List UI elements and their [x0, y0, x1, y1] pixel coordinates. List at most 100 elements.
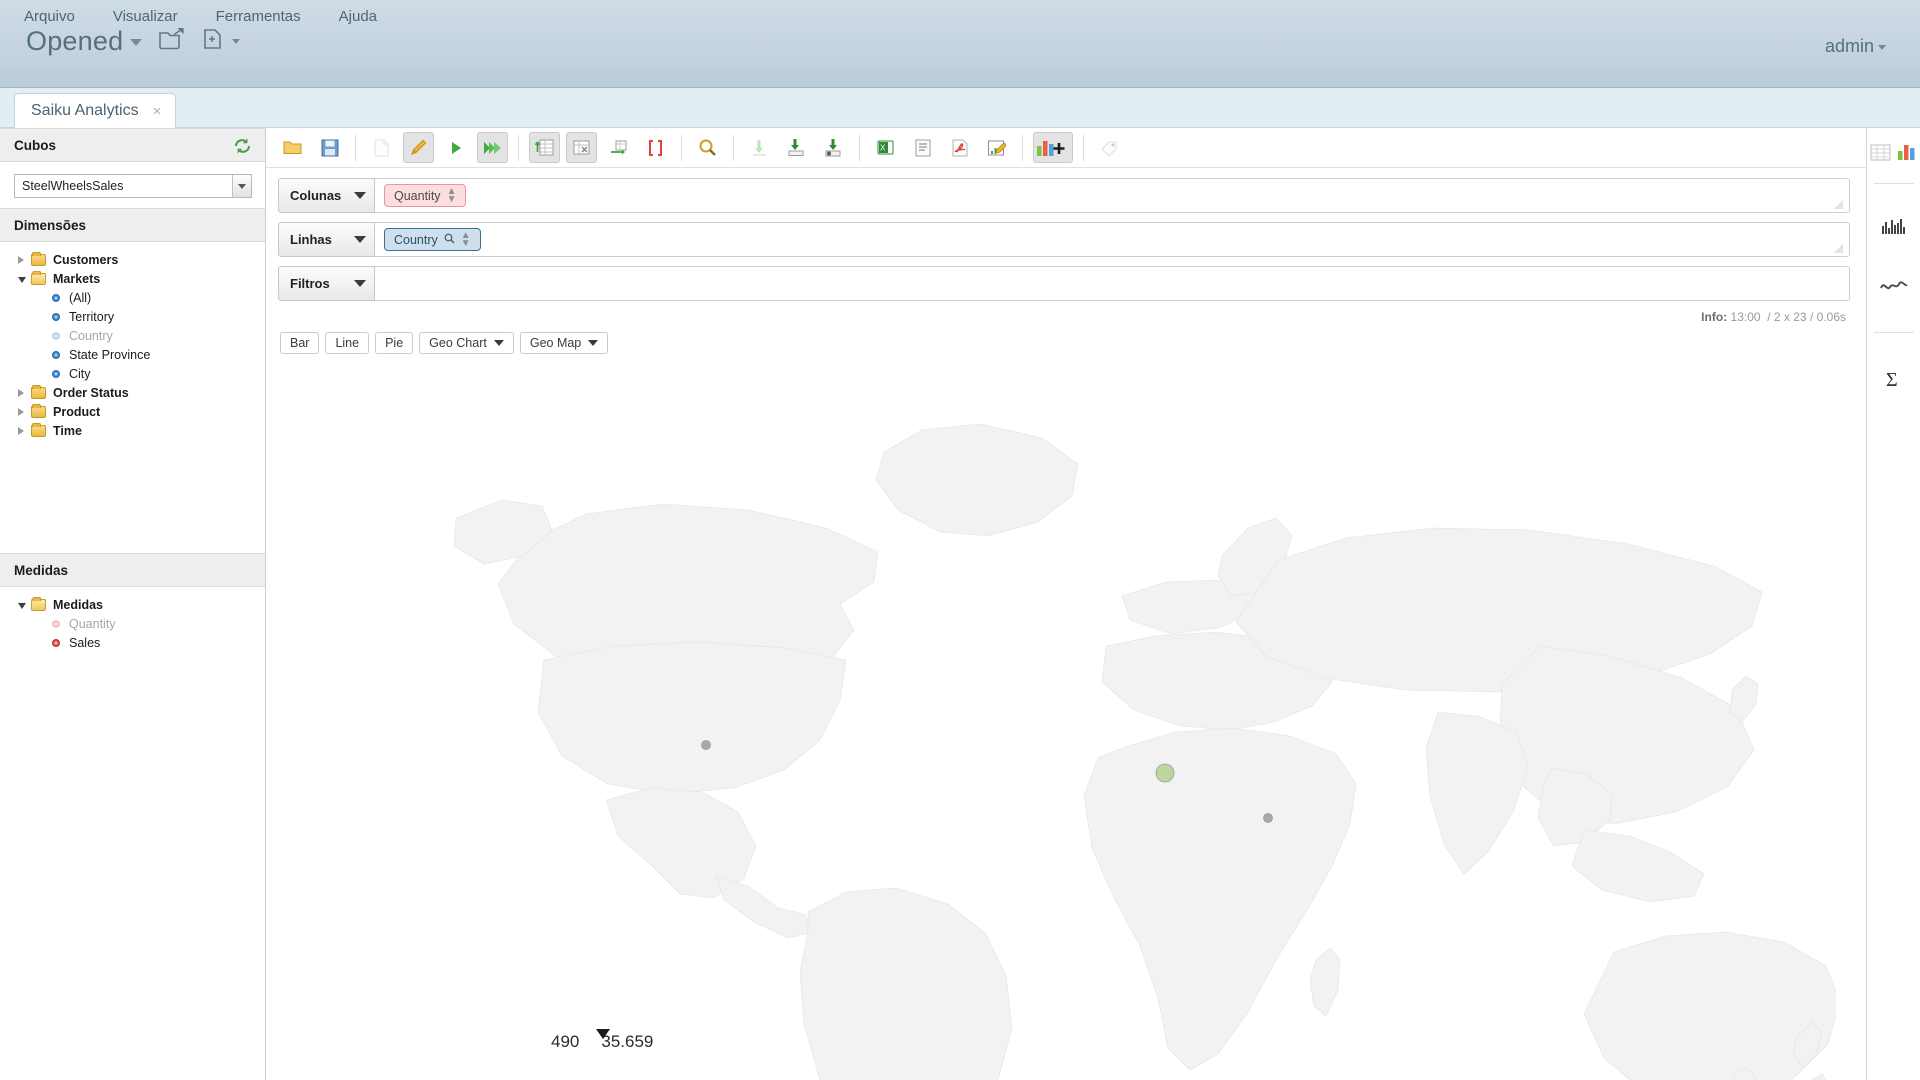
- rail-separator: [1873, 183, 1914, 184]
- expand-arrow-icon[interactable]: [18, 424, 31, 438]
- tag-icon[interactable]: [1094, 132, 1125, 163]
- tree-folder-label: Time: [53, 423, 82, 438]
- chart-type-pie[interactable]: Pie: [375, 332, 414, 354]
- tree-measure-sales[interactable]: Sales: [0, 633, 265, 652]
- tree-level-label: City: [69, 366, 91, 381]
- bar-chart-icon[interactable]: [1867, 206, 1920, 246]
- export-drillthrough-all-icon[interactable]: [818, 132, 849, 163]
- drillthrough-icon[interactable]: [744, 132, 775, 163]
- tree-level-all[interactable]: (All): [0, 288, 265, 307]
- cube-select[interactable]: SteelWheelsSales: [14, 174, 252, 198]
- axis-row-colunas: Colunas Quantity ▲ ▼: [278, 178, 1850, 213]
- axis-label-text: Filtros: [290, 276, 330, 291]
- chevron-down-icon: [588, 340, 599, 346]
- tree-measure-label: Quantity: [69, 616, 116, 631]
- user-menu[interactable]: admin: [1825, 36, 1886, 57]
- chart-view-icon[interactable]: [1894, 143, 1920, 161]
- run-query-icon[interactable]: [440, 132, 471, 163]
- sort-icon[interactable]: ▲ ▼: [447, 186, 457, 204]
- tree-folder-customers[interactable]: Customers: [0, 250, 265, 269]
- menu-item-ajuda[interactable]: Ajuda: [335, 6, 381, 27]
- cube-select-chevron-down-icon[interactable]: [232, 175, 251, 197]
- chart-type-buttons: Bar Line Pie Geo Chart Geo Map: [266, 324, 1866, 354]
- resize-handle[interactable]: [1834, 244, 1843, 253]
- tab-saiku-analytics[interactable]: Saiku Analytics ×: [14, 93, 177, 128]
- show-mdx-icon[interactable]: [640, 132, 671, 163]
- zoom-in-icon[interactable]: [692, 132, 723, 163]
- chip-quantity[interactable]: Quantity ▲ ▼: [384, 184, 467, 207]
- toolbar-separator: [518, 134, 519, 161]
- automatic-execution-icon[interactable]: [477, 132, 508, 163]
- tree-folder-medidas[interactable]: Medidas: [0, 595, 265, 614]
- collapse-arrow-icon[interactable]: [18, 272, 31, 286]
- tree-level-country[interactable]: Country: [0, 326, 265, 345]
- map-bubble-australia[interactable]: [1155, 763, 1175, 783]
- tree-folder-time[interactable]: Time: [0, 421, 265, 440]
- menu-item-ferramentas[interactable]: Ferramentas: [212, 6, 305, 27]
- dimensions-title: Dimensões: [14, 217, 87, 233]
- tree-folder-markets[interactable]: Markets: [0, 269, 265, 288]
- geo-map-canvas[interactable]: Brazil Quantity: 1236 490 35.659: [266, 360, 1866, 1080]
- tree-folder-order-status[interactable]: Order Status: [0, 383, 265, 402]
- chart-plus-icon[interactable]: [1033, 132, 1073, 163]
- tree-level-city[interactable]: City: [0, 364, 265, 383]
- open-query-icon[interactable]: [277, 132, 308, 163]
- toggle-fields-icon[interactable]: [529, 132, 560, 163]
- table-view-icon[interactable]: [1867, 144, 1894, 161]
- chart-type-line[interactable]: Line: [325, 332, 370, 354]
- folder-icon: [31, 384, 46, 399]
- axis-colunas-dropzone[interactable]: Quantity ▲ ▼: [375, 178, 1850, 213]
- resize-handle[interactable]: [1834, 200, 1843, 209]
- axis-linhas-label[interactable]: Linhas: [278, 222, 375, 257]
- svg-text:X: X: [880, 143, 886, 152]
- edit-chart-icon[interactable]: [981, 132, 1012, 163]
- new-query-icon[interactable]: [366, 132, 397, 163]
- sort-icon[interactable]: ▲ ▼: [461, 230, 471, 248]
- expand-arrow-icon[interactable]: [18, 386, 31, 400]
- export-xls-icon[interactable]: X: [870, 132, 901, 163]
- refresh-cubes-icon[interactable]: [232, 136, 253, 161]
- collapse-arrow-icon[interactable]: [18, 598, 31, 612]
- opened-dropdown[interactable]: Opened: [26, 26, 143, 57]
- edit-mdx-icon[interactable]: [403, 132, 434, 163]
- close-icon[interactable]: ×: [153, 103, 162, 120]
- new-file-chevron-down-icon[interactable]: [232, 39, 241, 44]
- open-folder-icon[interactable]: [158, 26, 186, 57]
- export-drillthrough-icon[interactable]: [781, 132, 812, 163]
- axis-filtros-label[interactable]: Filtros: [278, 266, 375, 301]
- chip-label: Quantity: [394, 188, 441, 203]
- tree-level-territory[interactable]: Territory: [0, 307, 265, 326]
- axis-filtros-dropzone[interactable]: [375, 266, 1850, 301]
- folder-icon: [31, 422, 46, 437]
- chip-country[interactable]: Country ▲ ▼: [384, 228, 481, 251]
- swap-axis-icon[interactable]: [603, 132, 634, 163]
- cube-select-wrapper: SteelWheelsSales: [0, 162, 265, 208]
- axis-colunas-label[interactable]: Colunas: [278, 178, 375, 213]
- map-landmasses: [453, 423, 1836, 1080]
- chart-type-geo-map[interactable]: Geo Map: [519, 332, 609, 354]
- map-bubble-brazil[interactable]: [701, 740, 711, 750]
- statistics-sigma-icon[interactable]: Σ: [1867, 359, 1920, 399]
- map-bubble-new-zealand[interactable]: [1263, 813, 1273, 823]
- chart-type-bar[interactable]: Bar: [280, 332, 320, 354]
- new-file-icon[interactable]: [202, 26, 226, 57]
- toolbar-separator: [859, 134, 860, 161]
- tree-folder-product[interactable]: Product: [0, 402, 265, 421]
- tree-measure-quantity[interactable]: Quantity: [0, 614, 265, 633]
- axis-linhas-dropzone[interactable]: Country ▲ ▼: [375, 222, 1850, 257]
- query-toolbar: X: [266, 128, 1866, 168]
- menu-item-visualizar[interactable]: Visualizar: [109, 6, 182, 27]
- chart-type-geo-chart[interactable]: Geo Chart: [419, 332, 514, 354]
- save-query-icon[interactable]: [314, 132, 345, 163]
- hide-parents-icon[interactable]: [566, 132, 597, 163]
- tree-level-state-province[interactable]: State Province: [0, 345, 265, 364]
- expand-arrow-icon[interactable]: [18, 405, 31, 419]
- toolbar-separator: [1022, 134, 1023, 161]
- search-icon[interactable]: [444, 233, 455, 247]
- expand-arrow-icon[interactable]: [18, 253, 31, 267]
- menu-item-arquivo[interactable]: Arquivo: [20, 6, 79, 27]
- export-pdf-icon[interactable]: [944, 132, 975, 163]
- line-chart-icon[interactable]: [1867, 266, 1920, 306]
- level-bullet-icon: [52, 312, 60, 321]
- export-csv-icon[interactable]: [907, 132, 938, 163]
